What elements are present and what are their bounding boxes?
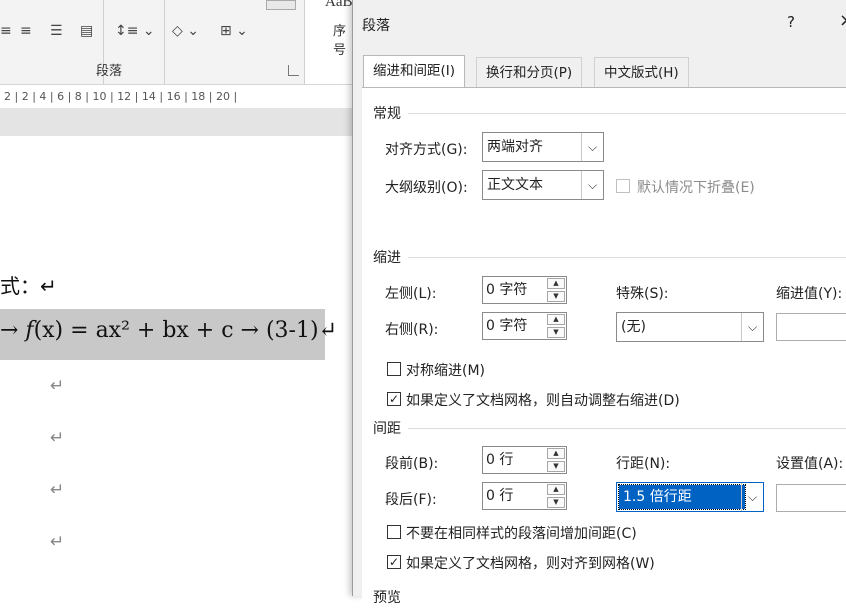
spin-down-icon[interactable]: ▼ [547,327,565,338]
chevron-down-icon: ⌵ [741,483,763,511]
align-left-icon[interactable]: ≡ [0,20,12,42]
spin-down-icon[interactable]: ▼ [547,497,565,508]
line-spacing-icon[interactable]: ↕≡ ⌄ [115,20,155,42]
chevron-down-icon: ⌵ [741,313,763,341]
left-indent-value[interactable]: 0 字符 [486,277,527,303]
paragraph-dialog: 段落 ? × 缩进和间距(I) 换行和分页(P) 中文版式(H) 常规 对齐方式… [352,0,846,608]
outline-level-select[interactable]: 正文文本 ⌵ [482,170,604,200]
check-icon: ✓ [388,555,400,569]
special-indent-select[interactable]: (无) ⌵ [616,312,764,342]
align-right-icon[interactable]: ≡ [20,20,32,42]
collapse-label: 默认情况下折叠(E) [637,180,755,196]
ribbon-paragraph-group: ≡ ≡ ☰ ▤ ↕≡ ⌄ ◇ ⌄ ⊞ ⌄ 段落 [0,0,352,85]
chevron-down-icon: ⌵ [581,133,603,161]
document-heading-fragment: 式：↵ [0,274,57,298]
special-indent-label: 特殊(S): [616,286,669,302]
tab-indents-and-spacing[interactable]: 缩进和间距(I) [363,55,466,89]
section-general: 常规 [373,106,401,122]
dialog-title: 段落 [362,18,390,34]
ruler-margin-strip [0,108,352,136]
outline-level-label: 大纲级别(O): [385,180,468,196]
indent-by-label: 缩进值(Y): [776,286,843,302]
paragraph-mark: ↵ [50,376,65,396]
horizontal-ruler[interactable]: 2 | 2 | 4 | 6 | 8 | 10 | 12 | 14 | 16 | … [0,86,352,109]
section-divider [408,428,846,429]
outline-level-value: 正文文本 [487,177,543,193]
spin-down-icon[interactable]: ▼ [547,461,565,472]
ribbon-group-label: 段落 [96,64,123,79]
left-indent-spinner[interactable]: 0 字符 ▲ ▼ [482,276,567,304]
alignment-value: 两端对齐 [487,139,543,155]
paragraph-mark: ↵ [50,532,65,552]
snap-to-grid-checkbox[interactable]: ✓ [387,555,401,569]
spin-up-icon[interactable]: ▲ [547,278,565,289]
section-indentation: 缩进 [373,250,401,266]
ruler-ticks: 2 | 2 | 4 | 6 | 8 | 10 | 12 | 14 | 16 | … [4,90,238,103]
paragraph-mark: ↵ [50,480,65,500]
special-indent-value: (无) [621,319,646,335]
tab-line-and-page-breaks[interactable]: 换行和分页(P) [476,57,583,88]
line-spacing-select[interactable]: 1.5 倍行距 ⌵ [616,482,764,512]
tab-panel: 常规 对齐方式(G): 两端对齐 ⌵ 大纲级别(O): 正文文本 ⌵ 默认情况下… [362,87,846,608]
no-space-same-style-label[interactable]: 不要在相同样式的段落间增加间距(C) [406,523,637,543]
alignment-select[interactable]: 两端对齐 ⌵ [482,132,604,162]
justify-icon[interactable]: ☰ [50,20,63,42]
snap-to-grid-label[interactable]: 如果定义了文档网格，则对齐到网格(W) [406,553,655,573]
auto-adjust-right-indent-label[interactable]: 如果定义了文档网格，则自动调整右缩进(D) [406,390,680,410]
close-button[interactable]: × [839,10,846,31]
ribbon-separator [164,0,165,84]
spin-down-icon[interactable]: ▼ [547,291,565,302]
spin-up-icon[interactable]: ▲ [547,314,565,325]
ribbon-scroll-button[interactable] [266,0,296,10]
dialog-launcher-icon[interactable] [288,65,299,76]
distributed-align-icon[interactable]: ▤ [80,20,93,42]
spacing-at-field[interactable] [776,484,846,512]
section-divider [408,113,846,114]
tab-asian-typography[interactable]: 中文版式(H) [594,57,689,88]
space-after-spinner[interactable]: 0 行 ▲ ▼ [482,482,567,510]
alignment-label: 对齐方式(G): [385,142,468,158]
help-button[interactable]: ? [787,13,795,31]
right-indent-label: 右侧(R): [385,322,439,338]
section-divider [408,257,846,258]
paragraph-mark: ↵ [50,428,65,448]
spin-up-icon[interactable]: ▲ [547,448,565,459]
right-indent-value[interactable]: 0 字符 [486,313,527,339]
space-before-value[interactable]: 0 行 [486,447,513,473]
left-indent-label: 左侧(L): [385,286,437,302]
space-before-label: 段前(B): [385,456,439,472]
spin-up-icon[interactable]: ▲ [547,484,565,495]
document-page[interactable] [0,136,352,596]
space-after-label: 段后(F): [385,492,437,508]
section-preview: 预览 [373,590,401,606]
auto-adjust-right-indent-checkbox[interactable]: ✓ [387,392,401,406]
collapse-checkbox[interactable] [616,179,630,193]
check-icon: ✓ [388,392,400,406]
borders-icon[interactable]: ⊞ ⌄ [220,20,248,42]
mirror-indents-checkbox[interactable] [387,362,401,376]
spacing-at-label: 设置值(A): [776,456,844,472]
chevron-down-icon: ⌵ [581,171,603,199]
styles-gallery[interactable]: AaBbCcD 序号 [304,0,388,84]
shading-icon[interactable]: ◇ ⌄ [172,20,199,42]
section-spacing: 间距 [373,421,401,437]
space-after-value[interactable]: 0 行 [486,483,513,509]
equation-line[interactable]: → 𝑓(x) = ax² + bx + c → (3-1)↵ [0,318,337,343]
indent-by-field[interactable] [776,313,846,341]
mirror-indents-label[interactable]: 对称缩进(M) [406,360,485,380]
no-space-same-style-checkbox[interactable] [387,525,401,539]
line-spacing-value: 1.5 倍行距 [618,484,746,510]
line-spacing-label: 行距(N): [616,456,671,472]
right-indent-spinner[interactable]: 0 字符 ▲ ▼ [482,312,567,340]
space-before-spinner[interactable]: 0 行 ▲ ▼ [482,446,567,474]
